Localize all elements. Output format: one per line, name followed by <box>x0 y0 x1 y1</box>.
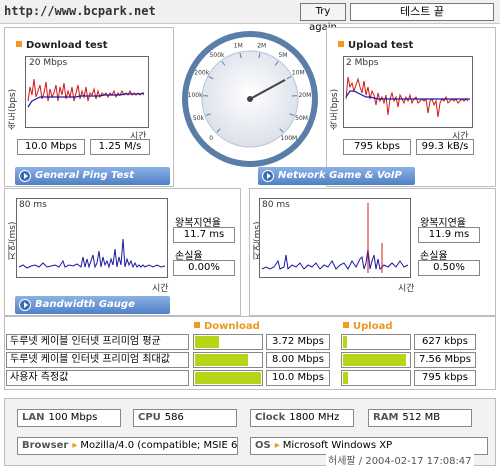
bullet-icon <box>16 41 22 47</box>
lan-value: 100 Mbps <box>48 412 98 423</box>
game-rtt-value: 11.9 ms <box>418 227 480 243</box>
bar-fill <box>195 372 261 384</box>
speed-gauge-panel: 0 50k 100k 200k 500k 1M 2M 5M 10M 20M 50M 100M <box>178 27 322 187</box>
play-icon <box>262 170 274 182</box>
bandwidth-download-bar <box>193 370 263 386</box>
os-value: Microsoft Windows XP <box>282 440 393 451</box>
cpu-label: CPU <box>138 412 161 423</box>
gauge-tick-label: 50M <box>295 115 308 122</box>
bandwidth-upload-value: 7.56 Mbps <box>414 352 476 368</box>
cpu-value: 586 <box>164 412 184 423</box>
arrow-right-icon: ▸ <box>274 440 280 451</box>
upload-kbs-value: 99.3 kB/s <box>416 139 474 155</box>
gauge-tick-label: 0 <box>209 135 213 142</box>
bandwidth-upload-header: Upload <box>343 321 392 332</box>
download-mbs-value: 1.25 M/s <box>90 139 150 155</box>
bandwidth-upload-bar <box>341 352 411 368</box>
cpu-info: CPU 586 <box>133 409 237 427</box>
bandwidth-download-header: Download <box>194 321 260 332</box>
bar-fill <box>343 336 347 348</box>
upload-y-axis-label: 속도(bps) <box>330 88 340 130</box>
browser-value: Mozilla/4.0 (compatible; MSIE 6.0 <box>80 440 238 451</box>
bandwidth-upload-value: 795 kbps <box>414 370 476 386</box>
gauge-tick-label: 50k <box>193 115 205 122</box>
gauge-tick-label: 100k <box>188 92 203 99</box>
tab-general-ping-label: General Ping Test <box>35 170 135 181</box>
bandwidth-download-bar <box>193 334 263 350</box>
game-graph <box>259 198 411 278</box>
download-y-axis-label: 속도(bps) <box>8 88 18 130</box>
tab-bandwidth-label: Bandwidth Gauge <box>35 299 135 310</box>
bandwidth-download-value: 8.00 Mbps <box>266 352 330 368</box>
lan-label: LAN <box>22 412 45 423</box>
tab-general-ping-test[interactable]: General Ping Test <box>15 167 170 185</box>
bullet-icon <box>194 322 200 328</box>
browser-info: Browser ▸ Mozilla/4.0 (compatible; MSIE 6.… <box>17 437 238 455</box>
bandwidth-download-value: 3.72 Mbps <box>266 334 330 350</box>
game-loss-value: 0.50% <box>418 260 480 276</box>
gauge-tick-label: 10M <box>292 70 305 77</box>
upload-scale: 2 Mbps <box>346 58 379 68</box>
upload-title: Upload test <box>338 40 413 51</box>
ping-x-axis-label: 시간 <box>152 284 169 294</box>
clock-label: Clock <box>255 412 286 423</box>
try-again-button[interactable]: Try again <box>300 3 346 33</box>
os-label: OS <box>255 440 271 451</box>
game-x-axis-label: 시간 <box>398 284 415 294</box>
ping-scale: 80 ms <box>19 200 47 210</box>
lan-info: LAN 100 Mbps <box>17 409 121 427</box>
download-title-text: Download test <box>26 40 108 51</box>
play-icon <box>19 299 31 311</box>
gauge-tick-label: 500k <box>210 52 225 59</box>
bandwidth-upload-bar <box>341 370 411 386</box>
bandwidth-download-bar <box>193 352 263 368</box>
bar-fill <box>343 354 406 366</box>
browser-label: Browser <box>22 440 69 451</box>
bandwidth-row-label: 두루넷 케이블 인터넷 프리미엄 최대값 <box>6 352 189 368</box>
bullet-icon <box>343 322 349 328</box>
clock-info: Clock 1800 MHz <box>250 409 354 427</box>
bandwidth-row-label: 두루넷 케이블 인터넷 프리미엄 평균 <box>6 334 189 350</box>
arrow-right-icon: ▸ <box>72 440 78 451</box>
bandwidth-download-value: 10.0 Mbps <box>266 370 330 386</box>
test-status-field: 테스트 끝 <box>350 3 494 21</box>
gauge-tick-label: 5M <box>278 52 287 59</box>
ram-value: 512 MB <box>402 412 441 423</box>
ping-graph <box>16 198 168 278</box>
gauge-tick-label: 1M <box>234 42 243 49</box>
ram-info: RAM 512 MB <box>368 409 472 427</box>
ping-rtt-value: 11.7 ms <box>173 227 235 243</box>
tab-network-game-voip-test[interactable]: Network Game & VoIP Test <box>258 167 415 199</box>
gauge-tick-label: 100M <box>281 135 298 142</box>
bar-fill <box>195 336 220 348</box>
speed-gauge: 0 50k 100k 200k 500k 1M 2M 5M 10M 20M 50M 100M <box>182 31 318 167</box>
upload-header-text: Upload <box>353 321 393 332</box>
bullet-icon <box>338 41 344 47</box>
ping-loss-value: 0.00% <box>173 260 235 276</box>
gauge-tick-label: 2M <box>257 42 266 49</box>
upload-kbps-value: 795 kbps <box>343 139 411 155</box>
gauge-tick-label: 20M <box>298 92 311 99</box>
gauge-tick-label: 200k <box>194 70 209 77</box>
upload-title-text: Upload test <box>348 40 414 51</box>
download-title: Download test <box>16 40 108 51</box>
ping-line-chart <box>18 238 166 269</box>
clock-value: 1800 MHz <box>289 412 340 423</box>
bandwidth-upload-bar <box>341 334 411 350</box>
play-icon <box>19 170 31 182</box>
site-url: http://www.bcpark.net <box>4 4 156 18</box>
bandwidth-upload-value: 627 kbps <box>414 334 476 350</box>
download-scale: 20 Mbps <box>29 58 68 68</box>
download-mbps-value: 10.0 Mbps <box>17 139 85 155</box>
bar-fill <box>195 354 248 366</box>
game-scale: 80 ms <box>262 200 290 210</box>
ram-label: RAM <box>373 412 399 423</box>
bandwidth-row-label: 사용자 측정값 <box>6 370 189 386</box>
tab-bandwidth-gauge[interactable]: Bandwidth Gauge <box>15 296 170 314</box>
download-header-text: Download <box>204 321 260 332</box>
bar-fill <box>343 372 349 384</box>
game-line-chart <box>261 203 409 273</box>
timestamp-stamp: 허세팔 / 2004-02-17 17:08:47 <box>326 452 474 467</box>
